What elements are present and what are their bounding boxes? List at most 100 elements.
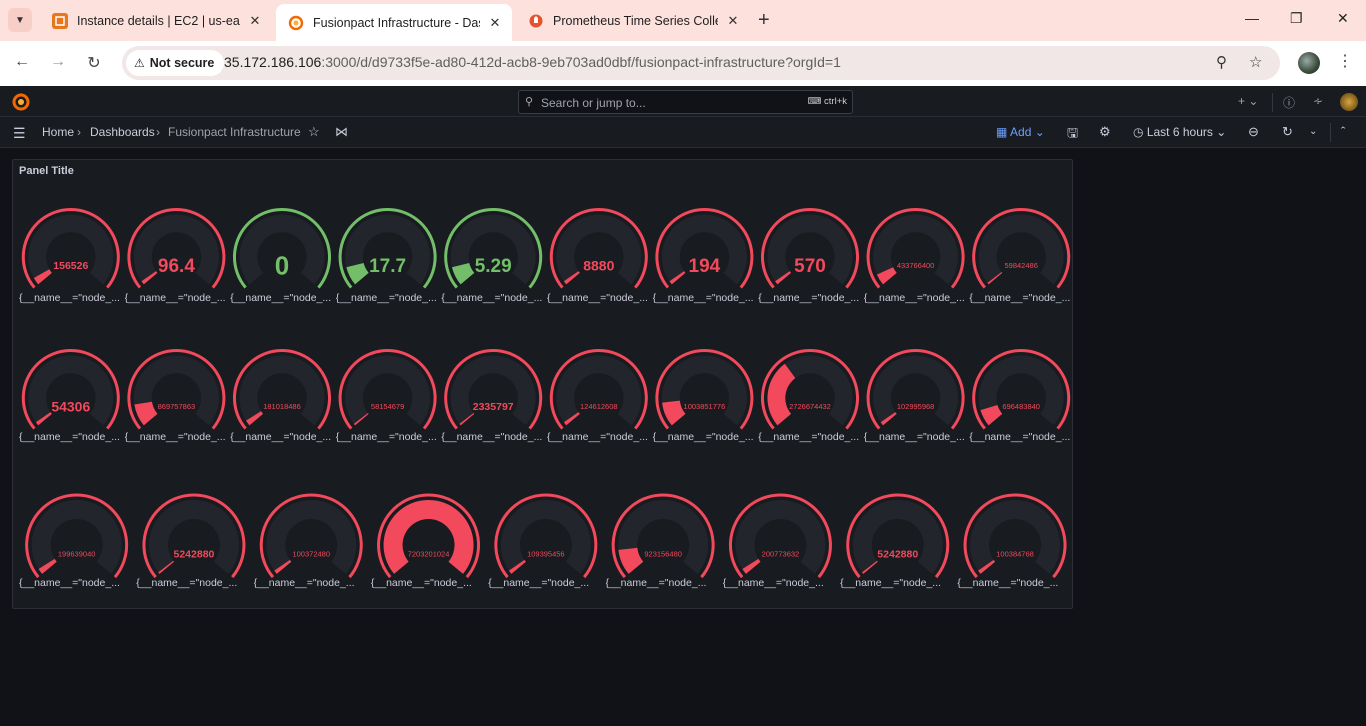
- clock-icon: ◷: [1133, 125, 1144, 139]
- gauge: 433766400: [866, 207, 965, 289]
- time-range-picker[interactable]: ◷ Last 6 hours ⌄: [1133, 125, 1226, 139]
- gauge-track: [28, 214, 114, 285]
- gauge-grid: 156526 96.4 0 17.7 5.29 8880 194 570 433766400 59…: [21, 207, 1071, 579]
- gauge-track: [450, 355, 536, 426]
- dashboard-nav-bar: ☰ Home › Dashboards › Fusionpact Infrast…: [0, 117, 1366, 148]
- gauge-value-arc: [662, 400, 686, 426]
- gauge-value: 2335797: [473, 401, 514, 413]
- gauge-value: 5242880: [174, 549, 215, 561]
- gauge: 2335797: [444, 348, 543, 430]
- omnibox[interactable]: ⚠ Not secure 35.172.186.106:3000/d/d9733…: [122, 46, 1280, 80]
- gauge: 58154679: [338, 348, 437, 430]
- gauge-series-label: {__name__="node_...: [758, 431, 860, 443]
- gauge-value-arc: [134, 401, 158, 426]
- gauge: 100372480: [259, 493, 363, 579]
- new-plus-icon[interactable]: + ⌄: [1238, 94, 1258, 108]
- gauge-value: 199639040: [58, 550, 96, 559]
- gauge-series-label: {__name__="node_...: [722, 577, 824, 589]
- gauge: 7203201024: [377, 493, 481, 579]
- add-button[interactable]: ▦ Add ⌄: [996, 125, 1045, 139]
- gauge: 5242880: [142, 493, 246, 579]
- profile-avatar[interactable]: [1298, 52, 1320, 74]
- gauge-value: 7203201024: [408, 550, 450, 559]
- news-rss-icon[interactable]: ∻: [1313, 94, 1323, 108]
- save-dashboard-icon[interactable]: 🖫: [1067, 124, 1078, 146]
- help-icon[interactable]: ⓘ: [1283, 94, 1295, 111]
- restore-icon[interactable]: ❐: [1290, 10, 1303, 27]
- close-window-icon[interactable]: ✕: [1337, 10, 1349, 27]
- grafana-icon: [288, 15, 304, 31]
- gauge: 696483840: [972, 348, 1071, 430]
- url-path: :3000/d/d9733f5e-ad80-412d-acb8-9eb703ad…: [321, 54, 841, 70]
- gauge-panel[interactable]: Panel Title 156526 96.4 0 17.7 5.29 8880 194 57…: [12, 159, 1073, 609]
- gauge: 0: [232, 207, 332, 289]
- refresh-interval-chevron-icon[interactable]: ⌄: [1309, 126, 1317, 137]
- new-tab-plus-icon[interactable]: +: [758, 10, 770, 30]
- settings-gear-icon[interactable]: ⚙: [1099, 124, 1111, 140]
- gauge-value-arc: [618, 547, 644, 574]
- close-tab-icon[interactable]: ✕: [724, 12, 742, 30]
- gauge: 200773632: [728, 493, 832, 579]
- tab-ec2-instance[interactable]: Instance details | EC2 | us-east-1 ✕: [40, 4, 272, 37]
- gauge-value: 58154679: [371, 402, 404, 411]
- search-placeholder: Search or jump to...: [541, 96, 646, 110]
- security-label: Not secure: [149, 56, 215, 70]
- gauge-value-arc: [383, 500, 474, 574]
- gauge: 8880: [549, 207, 648, 289]
- gauge-series-label: {__name__="node_...: [758, 292, 860, 304]
- gauge-track: [31, 500, 122, 574]
- search-shortcut: ⌨ ctrl+k: [807, 96, 847, 107]
- gauge-track: [500, 500, 591, 574]
- gauge-track: [735, 500, 826, 574]
- gauge-track: [873, 355, 959, 426]
- tab-prometheus[interactable]: Prometheus Time Series Collection ✕: [516, 4, 750, 37]
- browser-tab-bar: ▼ Instance details | EC2 | us-east-1 ✕ F…: [0, 0, 1366, 41]
- gauge-series-label: {__name__="node_...: [124, 292, 226, 304]
- gauge-series-label: {__name__="node_...: [136, 577, 238, 589]
- gauge-value: 181018486: [263, 402, 301, 411]
- gauge-series-label: {__name__="node_...: [547, 292, 648, 304]
- gauge: 570: [760, 207, 860, 289]
- zoom-magnifier-icon[interactable]: ⚲: [1216, 53, 1227, 71]
- gauge-series-label: {__name__="node_...: [957, 577, 1059, 589]
- reload-icon[interactable]: ↻: [83, 53, 105, 73]
- forward-arrow-icon[interactable]: →: [47, 53, 69, 71]
- gauge-series-label: {__name__="node_...: [370, 577, 472, 589]
- gauge: 869757863: [127, 348, 226, 430]
- close-tab-icon[interactable]: ✕: [486, 14, 504, 32]
- url-text[interactable]: 35.172.186.106:3000/d/d9733f5e-ad80-412d…: [224, 54, 841, 70]
- gauge-value: 124612608: [580, 402, 618, 411]
- grafana-logo-icon[interactable]: [11, 92, 31, 112]
- minimize-icon[interactable]: —: [1245, 10, 1259, 26]
- gauge: 54306: [21, 348, 120, 430]
- zoom-out-icon[interactable]: ⊖: [1248, 124, 1259, 140]
- gauge: 194: [655, 207, 754, 289]
- search-input[interactable]: ⚲ Search or jump to... ⌨ ctrl+k: [518, 90, 853, 114]
- breadcrumb-home[interactable]: Home: [42, 125, 74, 139]
- gauge-value: 1003851776: [684, 402, 726, 411]
- tab-grafana-dashboard[interactable]: Fusionpact Infrastructure - Dashboards -…: [276, 4, 512, 41]
- gauge-track: [556, 355, 642, 426]
- back-arrow-icon[interactable]: ←: [11, 53, 33, 71]
- user-avatar[interactable]: [1340, 93, 1358, 111]
- breadcrumb-dashboards[interactable]: Dashboards: [90, 125, 155, 139]
- close-tab-icon[interactable]: ✕: [246, 12, 264, 30]
- gauge-series-label: {__name__="node_...: [230, 292, 332, 304]
- gauge-track: [978, 214, 1064, 285]
- gauge-track: [970, 500, 1061, 574]
- security-chip[interactable]: ⚠ Not secure: [126, 50, 225, 76]
- gauge-value: 156526: [53, 260, 88, 272]
- divider: [1330, 123, 1331, 142]
- refresh-icon[interactable]: ↻: [1282, 124, 1293, 140]
- menu-hamburger-icon[interactable]: ☰: [13, 125, 26, 142]
- bookmark-star-icon[interactable]: ☆: [1249, 53, 1262, 71]
- gauge-value-arc: [767, 363, 796, 426]
- collapse-chevron-up-icon[interactable]: ˆ: [1341, 124, 1345, 139]
- favorite-star-icon[interactable]: ☆: [308, 124, 320, 140]
- share-icon[interactable]: ⋈: [335, 124, 348, 140]
- tab-title: Instance details | EC2 | us-east-1: [77, 13, 240, 28]
- tab-search-chevron-icon[interactable]: ▼: [8, 8, 32, 32]
- browser-menu-icon[interactable]: ⋮: [1337, 51, 1353, 71]
- gauge-track: [266, 500, 357, 574]
- gauge-value: 696483840: [1002, 402, 1040, 411]
